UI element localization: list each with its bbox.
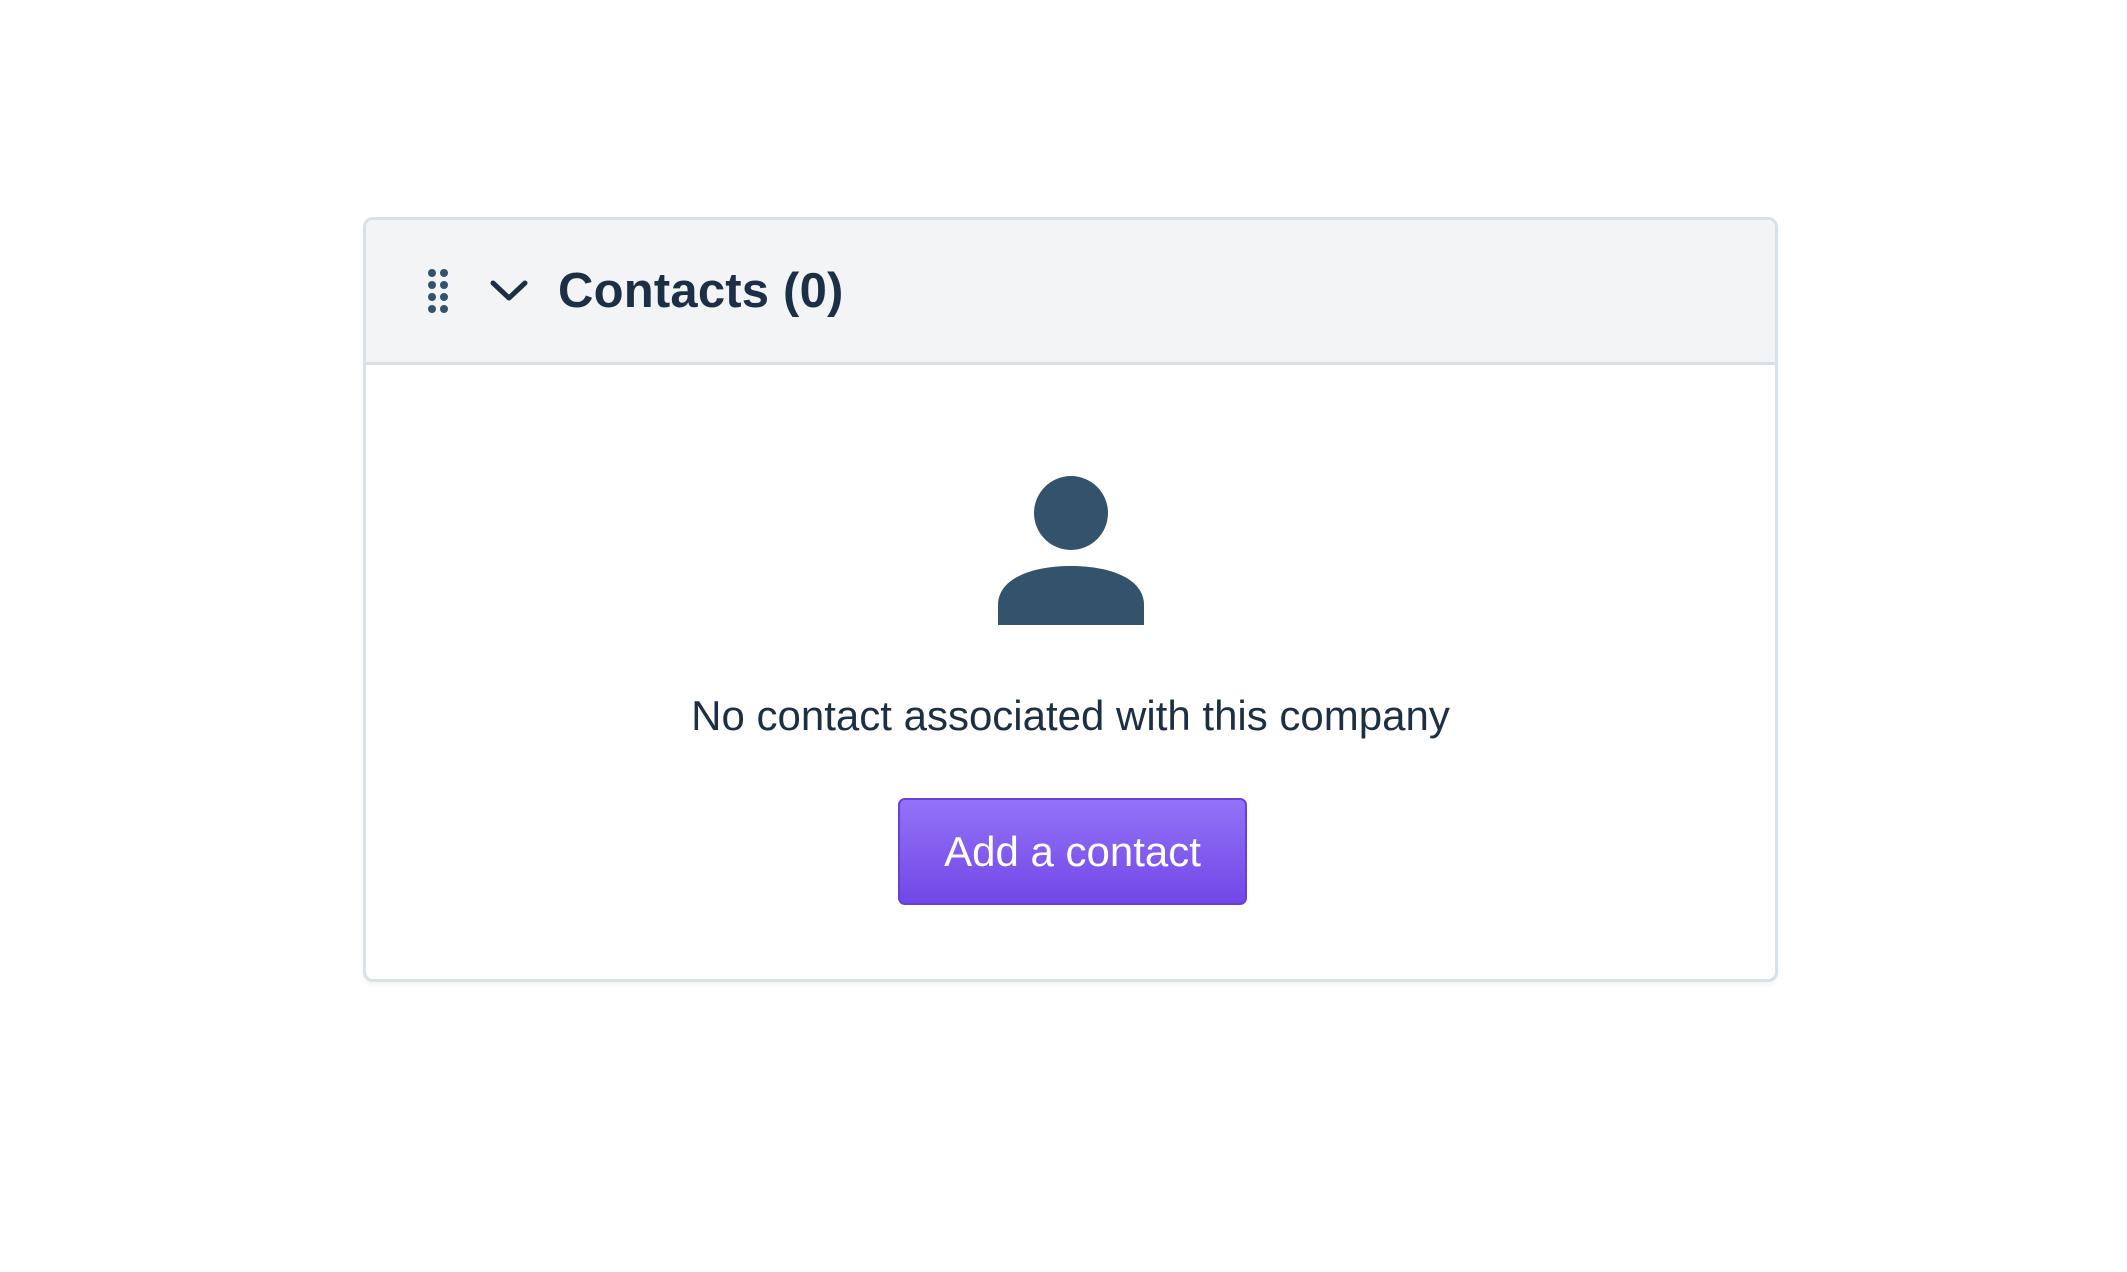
add-contact-button[interactable]: Add a contact: [898, 798, 1247, 905]
person-icon: [998, 475, 1144, 625]
chevron-down-icon[interactable]: [489, 271, 529, 311]
drag-handle-icon[interactable]: [427, 267, 449, 315]
contacts-empty-state: No contact associated with this company …: [366, 365, 1775, 979]
panel-title: Contacts (0): [558, 264, 844, 318]
contacts-card: Contacts (0) No contact associated with …: [363, 217, 1778, 982]
empty-state-message: No contact associated with this company: [691, 692, 1450, 739]
contacts-card-header: Contacts (0): [366, 220, 1775, 365]
